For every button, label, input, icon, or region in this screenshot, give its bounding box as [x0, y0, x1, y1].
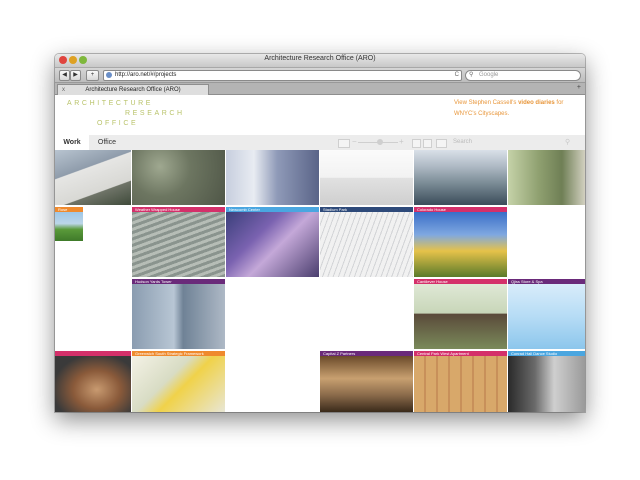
project-tile[interactable] — [55, 351, 131, 412]
project-image — [508, 150, 585, 205]
search-icon[interactable]: ⚲ — [565, 138, 570, 146]
logo-line-3[interactable]: OFFICE — [97, 120, 138, 127]
project-tile[interactable]: Stadium Park — [320, 207, 413, 277]
tab-close-icon[interactable]: x — [62, 85, 65, 95]
back-button[interactable]: ◀ — [59, 70, 70, 81]
address-url: http://aro.net/#/projects — [115, 72, 177, 78]
project-image — [132, 356, 225, 412]
project-image — [414, 212, 507, 277]
project-image — [132, 150, 225, 205]
site-header: ARCHITECTURE RESEARCH OFFICE View Stephe… — [55, 95, 585, 135]
reload-icon[interactable]: C — [455, 71, 459, 80]
project-tile[interactable]: Qjiss Store & Spa — [508, 279, 585, 349]
project-tile[interactable]: Newcomb Center — [226, 207, 319, 277]
project-tile[interactable] — [320, 150, 413, 205]
project-image — [226, 212, 319, 277]
project-tile[interactable] — [132, 150, 225, 205]
browser-search-placeholder: Google — [479, 72, 499, 78]
browser-search-input[interactable]: ⚲ Google — [465, 70, 581, 81]
logo-line-1[interactable]: ARCHITECTURE — [67, 100, 153, 107]
browser-window: Architecture Research Office (ARO) ◀ ▶ +… — [55, 54, 585, 412]
project-image — [414, 356, 507, 412]
zoom-in-icon[interactable]: + — [399, 137, 404, 146]
site-nav: Work Office − + Search ⚲ — [55, 135, 585, 151]
project-image — [320, 212, 413, 277]
mail-icon[interactable] — [338, 139, 350, 148]
window-title: Architecture Research Office (ARO) — [264, 55, 376, 62]
tab-bar: x Architecture Research Office (ARO) + — [55, 83, 585, 95]
project-image — [132, 212, 225, 277]
project-image — [508, 284, 585, 349]
project-tile[interactable]: Weather Wrapped House — [132, 207, 225, 277]
project-tile[interactable] — [226, 150, 319, 205]
project-tile[interactable]: Central Park West Apartment — [414, 351, 507, 412]
add-bookmark-button[interactable]: + — [86, 70, 99, 81]
zoom-slider-handle[interactable] — [377, 139, 383, 145]
browser-toolbar: ◀ ▶ + http://aro.net/#/projects C ⚲ Goog… — [55, 68, 585, 83]
project-image — [55, 356, 131, 412]
project-image — [55, 212, 83, 241]
project-image — [414, 150, 507, 205]
forward-button[interactable]: ▶ — [70, 70, 81, 81]
slideshow-view-icon[interactable] — [436, 139, 447, 148]
browser-tab[interactable]: x Architecture Research Office (ARO) — [57, 84, 209, 95]
project-tile[interactable]: Colorado House — [414, 207, 507, 277]
project-tile[interactable] — [55, 150, 131, 205]
zoom-out-icon[interactable]: − — [352, 137, 357, 146]
grid-view-icon[interactable] — [423, 139, 432, 148]
magnifier-icon: ⚲ — [469, 72, 474, 78]
promo-before: View Stephen Cassell's — [454, 100, 519, 106]
project-tile[interactable]: Greenwich South Strategic Framework — [132, 351, 225, 412]
tab-office[interactable]: Office — [91, 135, 123, 150]
project-tile[interactable] — [508, 150, 585, 205]
project-tile[interactable]: Hudson Yards Tower — [132, 279, 225, 349]
project-grid: Rose Weather Wrapped House Newcomb Cente… — [55, 150, 585, 412]
tab-title: Architecture Research Office (ARO) — [85, 87, 181, 93]
list-view-icon[interactable] — [412, 139, 421, 148]
tab-work[interactable]: Work — [55, 135, 89, 150]
promo-text: View Stephen Cassell's video diaries for… — [454, 98, 582, 120]
address-bar[interactable]: http://aro.net/#/projects C — [103, 70, 462, 81]
project-image — [508, 356, 585, 412]
site-search-input[interactable]: Search — [453, 138, 575, 147]
project-image — [320, 356, 413, 412]
project-image — [320, 150, 413, 205]
project-image — [226, 150, 319, 205]
title-bar: Architecture Research Office (ARO) — [55, 54, 585, 68]
logo-line-2[interactable]: RESEARCH — [125, 110, 185, 117]
project-tile[interactable] — [414, 150, 507, 205]
site-favicon-icon — [106, 72, 112, 78]
project-tile[interactable]: Capital Z Partners — [320, 351, 413, 412]
video-diaries-link[interactable]: video diaries — [518, 100, 555, 106]
project-image — [55, 150, 131, 205]
new-tab-button[interactable]: + — [577, 84, 581, 91]
project-tile[interactable]: Rose — [55, 207, 83, 241]
project-tile[interactable]: Cantilever House — [414, 279, 507, 349]
project-image — [414, 284, 507, 349]
project-tile[interactable]: Conrad Hall Dance Studio — [508, 351, 585, 412]
project-image — [132, 284, 225, 349]
